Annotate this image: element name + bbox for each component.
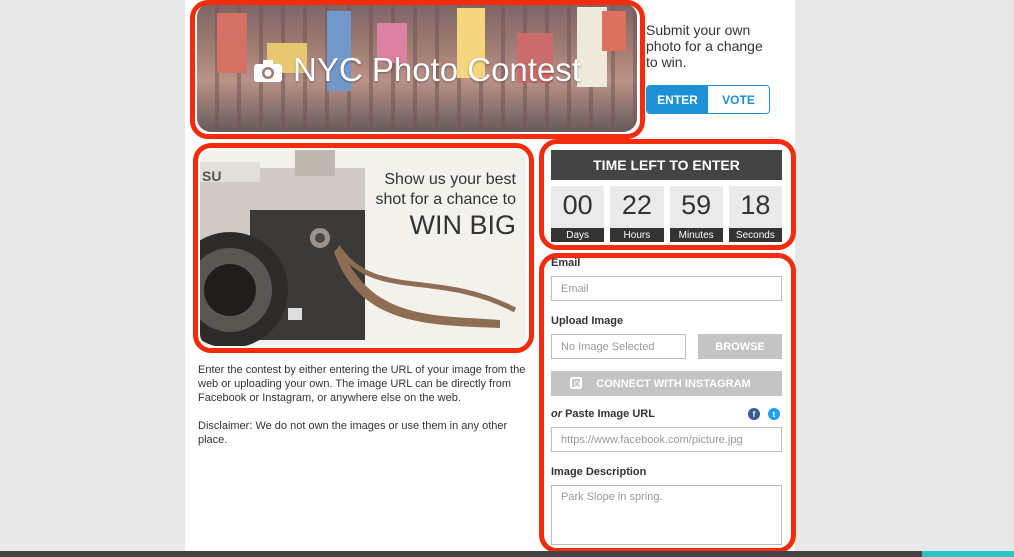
image-description-field[interactable]	[551, 485, 782, 545]
timer-days-value: 00	[562, 190, 593, 220]
contest-banner: NYC Photo Contest	[197, 3, 637, 132]
camera-icon	[253, 53, 283, 91]
promo-win-big: WIN BIG	[409, 210, 517, 240]
connect-instagram-label: CONNECT WITH INSTAGRAM	[596, 377, 751, 390]
browse-button[interactable]: BROWSE	[698, 334, 782, 359]
promo-line-1: Show us your best	[384, 171, 516, 188]
facebook-icon[interactable]: f	[748, 408, 760, 420]
email-label: Email	[551, 257, 581, 269]
timer-title: TIME LEFT TO ENTER	[551, 150, 782, 180]
image-description-label: Image Description	[551, 466, 647, 478]
svg-text:SU: SU	[202, 168, 221, 184]
paste-url-text: Paste Image URL	[565, 408, 655, 420]
timer-hours-label: Hours	[610, 228, 664, 242]
upload-image-label: Upload Image	[551, 315, 624, 327]
bottom-bar	[0, 551, 1014, 557]
timer-minutes: 59 Minutes	[669, 186, 723, 242]
countdown-timer: 00 Days 22 Hours 59 Minutes 18 Seconds	[551, 186, 782, 242]
timer-seconds-value: 18	[740, 190, 771, 220]
upload-image-field[interactable]	[551, 334, 686, 359]
bottom-bar-accent	[922, 551, 1014, 557]
banner-title: NYC Photo Contest	[197, 51, 637, 91]
promo-text: Show us your best shot for a chance to W…	[375, 170, 516, 240]
contest-description: Enter the contest by either entering the…	[198, 363, 528, 461]
image-url-field[interactable]	[551, 427, 782, 452]
promo-line-2: shot for a chance to	[375, 191, 516, 208]
promo-image: SU Show us your best shot for a chance t…	[200, 150, 526, 346]
enter-tab[interactable]: ENTER	[647, 86, 708, 113]
paste-url-label: or Paste Image URL	[551, 408, 655, 420]
timer-seconds-label: Seconds	[728, 228, 782, 242]
timer-seconds: 18 Seconds	[728, 186, 782, 242]
timer-hours: 22 Hours	[610, 186, 664, 242]
twitter-icon[interactable]: t	[768, 408, 780, 420]
disclaimer-paragraph: Disclaimer: We do not own the images or …	[198, 420, 508, 446]
email-field[interactable]	[551, 276, 782, 301]
timer-minutes-value: 59	[681, 190, 712, 220]
vote-tab[interactable]: VOTE	[708, 86, 769, 113]
timer-days: 00 Days	[551, 186, 605, 242]
description-paragraph: Enter the contest by either entering the…	[198, 364, 526, 404]
enter-vote-toggle[interactable]: ENTER VOTE	[646, 85, 770, 114]
timer-hours-value: 22	[621, 190, 652, 220]
paste-url-prefix: or	[551, 408, 562, 420]
timer-minutes-label: Minutes	[669, 228, 723, 242]
timer-days-label: Days	[551, 228, 605, 242]
banner-title-text: NYC Photo Contest	[293, 51, 581, 88]
instagram-icon	[570, 377, 582, 389]
submit-text: Submit your own photo for a change to wi…	[646, 22, 763, 70]
connect-instagram-button[interactable]: CONNECT WITH INSTAGRAM	[551, 371, 782, 396]
